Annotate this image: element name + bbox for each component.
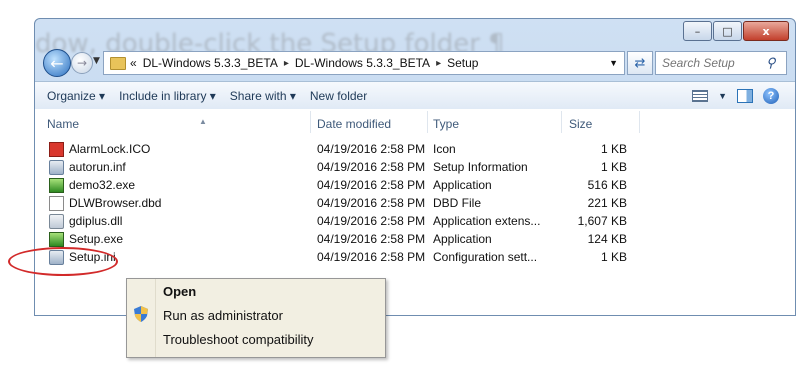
file-date: 04/19/2016 2:58 PM — [317, 160, 426, 174]
maximize-button[interactable]: □ — [713, 21, 742, 41]
file-type: Application — [433, 232, 492, 246]
inf-file-icon — [49, 160, 64, 175]
menu-item-run-as-administrator[interactable]: Run as administrator — [163, 308, 283, 323]
help-icon[interactable]: ? — [763, 88, 779, 104]
file-type: DBD File — [433, 196, 482, 210]
column-date-modified[interactable]: Date modified — [317, 117, 391, 131]
file-row[interactable]: demo32.exe 04/19/2016 2:58 PM Applicatio… — [35, 176, 795, 193]
address-overflow[interactable]: « — [130, 56, 137, 70]
column-type[interactable]: Type — [433, 117, 459, 131]
address-row: ← → ▼ « DL-Windows 5.3.3_BETA ▸ DL-Windo… — [43, 49, 787, 77]
forward-arrow-icon: → — [76, 56, 88, 70]
change-view-icon[interactable] — [692, 90, 709, 102]
menu-icon-column — [155, 279, 156, 357]
file-name: AlarmLock.ICO — [69, 142, 151, 156]
file-name: demo32.exe — [69, 178, 136, 192]
address-segment-1[interactable]: DL-Windows 5.3.3_BETA — [143, 56, 278, 70]
back-arrow-icon: ← — [50, 53, 64, 73]
column-size[interactable]: Size — [569, 117, 592, 131]
view-dropdown-icon[interactable]: ▼ — [718, 91, 727, 101]
file-date: 04/19/2016 2:58 PM — [317, 196, 426, 210]
search-input[interactable] — [656, 55, 764, 71]
file-size: 1,607 KB — [577, 214, 627, 228]
file-row[interactable]: autorun.inf 04/19/2016 2:58 PM Setup Inf… — [35, 158, 795, 175]
chevron-right-icon[interactable]: ▸ — [284, 58, 289, 69]
exe-file-icon — [49, 178, 64, 193]
file-size: 1 KB — [600, 160, 627, 174]
refresh-button[interactable]: ⇄ — [627, 51, 653, 75]
blank-file-icon — [49, 196, 64, 211]
command-bar: Organize ▾ Include in library ▾ Share wi… — [35, 81, 795, 111]
column-divider — [310, 111, 311, 133]
minimize-button[interactable]: – — [683, 21, 712, 41]
column-divider — [639, 111, 640, 133]
highlight-circle-annotation — [8, 247, 118, 276]
address-bar[interactable]: « DL-Windows 5.3.3_BETA ▸ DL-Windows 5.3… — [103, 51, 625, 75]
caption-buttons: – □ x — [683, 21, 789, 41]
context-menu: Open Run as administrator Troubleshoot c… — [126, 278, 386, 358]
recent-pages-dropdown[interactable]: ▼ — [93, 56, 100, 66]
dll-file-icon — [49, 214, 64, 229]
ico-file-icon — [49, 142, 64, 157]
sort-arrow-icon: ▲ — [199, 117, 207, 126]
preview-pane-icon[interactable] — [737, 89, 753, 103]
file-name: autorun.inf — [69, 160, 126, 174]
file-row[interactable]: gdiplus.dll 04/19/2016 2:58 PM Applicati… — [35, 212, 795, 229]
file-type: Application — [433, 178, 492, 192]
file-size: 124 KB — [587, 232, 627, 246]
explorer-window: dow, double-click the Setup folder ¶ – □… — [34, 18, 796, 316]
share-with-menu[interactable]: Share with ▾ — [230, 89, 296, 103]
file-type: Icon — [433, 142, 456, 156]
file-size: 516 KB — [587, 178, 627, 192]
exe-file-icon — [49, 232, 64, 247]
file-size: 1 KB — [600, 250, 627, 264]
search-icon[interactable]: ⚲ — [766, 55, 776, 71]
file-name: gdiplus.dll — [69, 214, 123, 228]
organize-menu[interactable]: Organize ▾ — [47, 89, 105, 103]
file-date: 04/19/2016 2:58 PM — [317, 214, 426, 228]
menu-item-troubleshoot-compatibility[interactable]: Troubleshoot compatibility — [163, 332, 314, 347]
folder-icon — [110, 56, 126, 70]
close-button[interactable]: x — [743, 21, 789, 41]
include-in-library-menu[interactable]: Include in library ▾ — [119, 89, 216, 103]
file-name: Setup.exe — [69, 232, 124, 246]
file-row[interactable]: DLWBrowser.dbd 04/19/2016 2:58 PM DBD Fi… — [35, 194, 795, 211]
column-divider — [561, 111, 562, 133]
file-row[interactable]: Setup.ini 04/19/2016 2:58 PM Configurati… — [35, 248, 795, 265]
address-dropdown-icon[interactable]: ▼ — [609, 58, 618, 68]
uac-shield-icon — [134, 306, 148, 322]
file-size: 221 KB — [587, 196, 627, 210]
column-header-row: ▲ Name Date modified Type Size — [35, 109, 795, 135]
file-row[interactable]: AlarmLock.ICO 04/19/2016 2:58 PM Icon 1 … — [35, 140, 795, 157]
column-name[interactable]: Name — [47, 117, 79, 131]
forward-button[interactable]: → — [71, 52, 93, 74]
file-type: Application extens... — [433, 214, 541, 228]
file-date: 04/19/2016 2:58 PM — [317, 142, 426, 156]
back-button[interactable]: ← — [43, 49, 71, 77]
file-row-selected[interactable]: Setup.exe 04/19/2016 2:58 PM Application… — [35, 230, 795, 247]
new-folder-button[interactable]: New folder — [310, 89, 367, 103]
file-date: 04/19/2016 2:58 PM — [317, 250, 426, 264]
chevron-right-icon[interactable]: ▸ — [436, 58, 441, 69]
refresh-icon: ⇄ — [634, 55, 646, 71]
file-type: Setup Information — [433, 160, 528, 174]
file-size: 1 KB — [600, 142, 627, 156]
file-date: 04/19/2016 2:58 PM — [317, 178, 426, 192]
search-box[interactable]: ⚲ — [655, 51, 787, 75]
file-name: DLWBrowser.dbd — [69, 196, 162, 210]
menu-item-open[interactable]: Open — [163, 284, 196, 299]
file-type: Configuration sett... — [433, 250, 538, 264]
address-segment-2[interactable]: DL-Windows 5.3.3_BETA — [295, 56, 430, 70]
file-date: 04/19/2016 2:58 PM — [317, 232, 426, 246]
address-segment-3[interactable]: Setup — [447, 56, 478, 70]
column-divider — [427, 111, 428, 133]
